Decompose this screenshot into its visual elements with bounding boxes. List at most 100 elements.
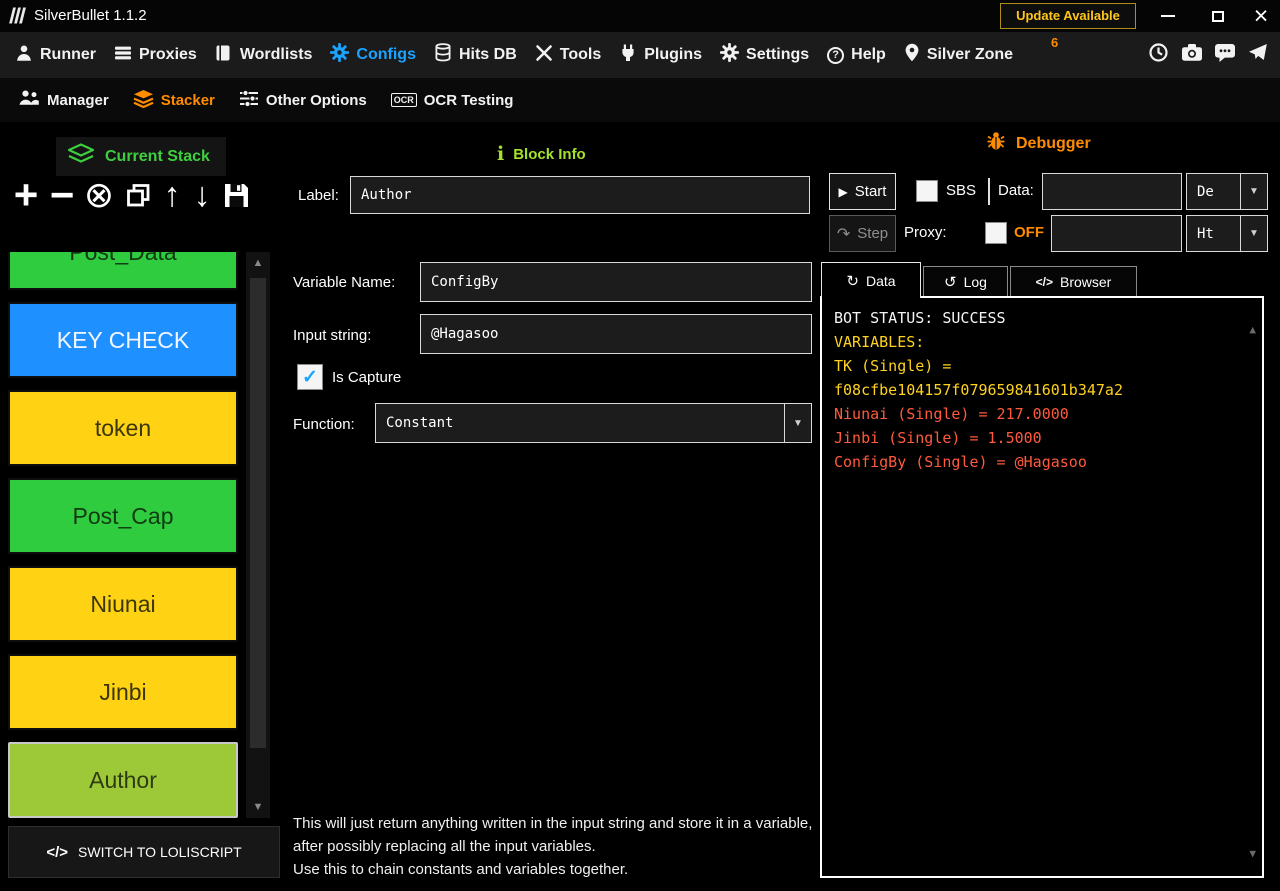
debugger-header: Debugger <box>985 130 1091 157</box>
variable-line: ConfigBy (Single) = @Hagasoo <box>834 450 1238 474</box>
nav-item-hits-db[interactable]: Hits DB <box>434 43 517 67</box>
duplicate-block-icon[interactable] <box>120 182 156 209</box>
stack-block[interactable]: Post_Cap <box>8 478 238 554</box>
nav-item-tools[interactable]: Tools <box>535 44 601 67</box>
data-input[interactable] <box>1042 173 1182 210</box>
camera-icon <box>1181 43 1203 67</box>
book-icon <box>215 44 233 67</box>
manager-icon <box>18 89 40 111</box>
nav-item-wordlists[interactable]: Wordlists <box>215 44 313 67</box>
maximize-button[interactable] <box>1194 0 1242 32</box>
proxy-type-dropdown[interactable]: Ht ▼ <box>1186 215 1268 252</box>
nav-item-plugins[interactable]: Plugins <box>619 44 702 67</box>
nav-item-proxies[interactable]: Proxies <box>114 44 197 67</box>
subnav-item-ocr-testing[interactable]: OCR OCR Testing <box>391 92 514 109</box>
history-icon: ↺ <box>944 273 957 291</box>
ocr-icon: OCR <box>391 93 417 107</box>
label-input[interactable] <box>350 176 810 214</box>
checkmark-icon: ✓ <box>302 368 318 387</box>
stack-block[interactable]: Jinbi <box>8 654 238 730</box>
tab-data[interactable]: ↻ Data <box>821 262 921 298</box>
add-block-icon[interactable]: + <box>8 170 44 220</box>
stack-scrollbar-thumb[interactable] <box>250 278 266 748</box>
move-down-icon[interactable]: ↓ <box>188 170 216 220</box>
gear-icon <box>330 43 349 67</box>
start-button[interactable]: ▶ Start <box>829 173 896 210</box>
proxy-input[interactable] <box>1051 215 1182 252</box>
minimize-icon <box>1161 15 1175 17</box>
stack-block[interactable]: Niunai <box>8 566 238 642</box>
divider <box>988 178 990 205</box>
nav-item-silver-zone[interactable]: Silver Zone <box>904 43 1013 67</box>
variable-line: f08cfbe104157f079659841601b347a2 <box>834 378 1238 402</box>
close-button[interactable]: × <box>1242 0 1280 32</box>
gear-icon <box>720 43 739 67</box>
variable-line: Niunai (Single) = 217.0000 <box>834 402 1238 426</box>
maximize-icon <box>1212 11 1224 22</box>
move-up-icon[interactable]: ↑ <box>158 170 186 220</box>
question-icon: ? <box>827 47 844 64</box>
update-available-button[interactable]: Update Available <box>1000 3 1136 29</box>
bug-icon <box>985 130 1007 157</box>
chevron-down-icon[interactable]: ▼ <box>1240 216 1267 251</box>
telegram-button[interactable] <box>1241 32 1274 78</box>
input-string-label: Input string: <box>293 327 371 344</box>
function-dropdown[interactable]: Constant ▼ <box>375 403 812 443</box>
data-field-label: Data: <box>998 182 1034 199</box>
variable-line: Jinbi (Single) = 1.5000 <box>834 426 1238 450</box>
save-stack-icon[interactable] <box>218 181 254 210</box>
pin-icon <box>904 43 920 67</box>
remove-block-icon[interactable]: − <box>46 170 78 220</box>
minimize-button[interactable] <box>1146 0 1190 32</box>
nav-icon-buttons <box>1142 32 1274 78</box>
label-field-label: Label: <box>298 187 339 204</box>
sbs-checkbox[interactable] <box>916 180 938 202</box>
stack-block[interactable]: KEY CHECK <box>8 302 238 378</box>
clear-stack-icon[interactable]: ⊗ <box>80 170 118 220</box>
step-button[interactable]: ↷ Step <box>829 215 896 252</box>
switch-to-loliscript-button[interactable]: </> SWITCH TO LOLISCRIPT <box>8 826 280 878</box>
tab-browser[interactable]: </> Browser <box>1010 266 1137 296</box>
info-icon: i <box>497 143 504 165</box>
stack-toolbar: + − ⊗ ↑ ↓ <box>8 170 254 220</box>
bot-status-line: BOT STATUS: SUCCESS <box>834 306 1238 330</box>
history-icon <box>1148 42 1169 68</box>
play-icon: ▶ <box>839 185 848 199</box>
data-type-dropdown[interactable]: De ▼ <box>1186 173 1268 210</box>
stack-block-selected[interactable]: Author <box>8 742 238 818</box>
nav-item-runner[interactable]: Runner <box>15 44 96 67</box>
nav-item-configs[interactable]: Configs <box>330 43 416 67</box>
history-button[interactable] <box>1142 32 1175 78</box>
proxy-checkbox[interactable] <box>985 222 1007 244</box>
app-logo-icon <box>8 6 28 30</box>
chat-button[interactable] <box>1208 32 1241 78</box>
scroll-down-icon[interactable]: ▼ <box>253 801 264 813</box>
is-capture-checkbox[interactable]: ✓ <box>297 364 323 390</box>
subnav-item-other-options[interactable]: Other Options <box>239 89 367 112</box>
refresh-icon: ↻ <box>846 272 859 290</box>
proxy-field-label: Proxy: <box>904 224 947 241</box>
chevron-down-icon[interactable]: ▼ <box>784 404 811 442</box>
code-icon: </> <box>1036 275 1053 289</box>
variable-name-input[interactable] <box>420 262 812 302</box>
chevron-down-icon[interactable]: ▼ <box>1240 174 1267 209</box>
window-title: SilverBullet 1.1.2 <box>34 7 147 24</box>
subnav-item-stacker[interactable]: Stacker <box>133 89 215 112</box>
input-string-input[interactable] <box>420 314 812 354</box>
nav-item-help[interactable]: ? Help <box>827 46 886 64</box>
block-help-text: This will just return anything written i… <box>293 812 817 881</box>
proxy-off-label: OFF <box>1014 224 1044 241</box>
screenshot-button[interactable] <box>1175 32 1208 78</box>
nav-item-settings[interactable]: Settings <box>720 43 809 67</box>
sbs-label: SBS <box>946 182 976 199</box>
subnav-item-manager[interactable]: Manager <box>18 89 109 111</box>
scroll-down-icon[interactable]: ▼ <box>1249 842 1256 866</box>
block-info-header: i Block Info <box>497 143 586 165</box>
scroll-up-icon[interactable]: ▲ <box>253 257 264 269</box>
scroll-up-icon[interactable]: ▲ <box>1249 318 1256 342</box>
main-nav: Runner Proxies Wordlists Configs Hits DB… <box>0 32 1280 78</box>
close-icon: × <box>1254 2 1269 30</box>
stack-block[interactable]: Post_Data <box>8 252 238 290</box>
tab-log[interactable]: ↺ Log <box>923 266 1008 296</box>
stack-block[interactable]: token <box>8 390 238 466</box>
